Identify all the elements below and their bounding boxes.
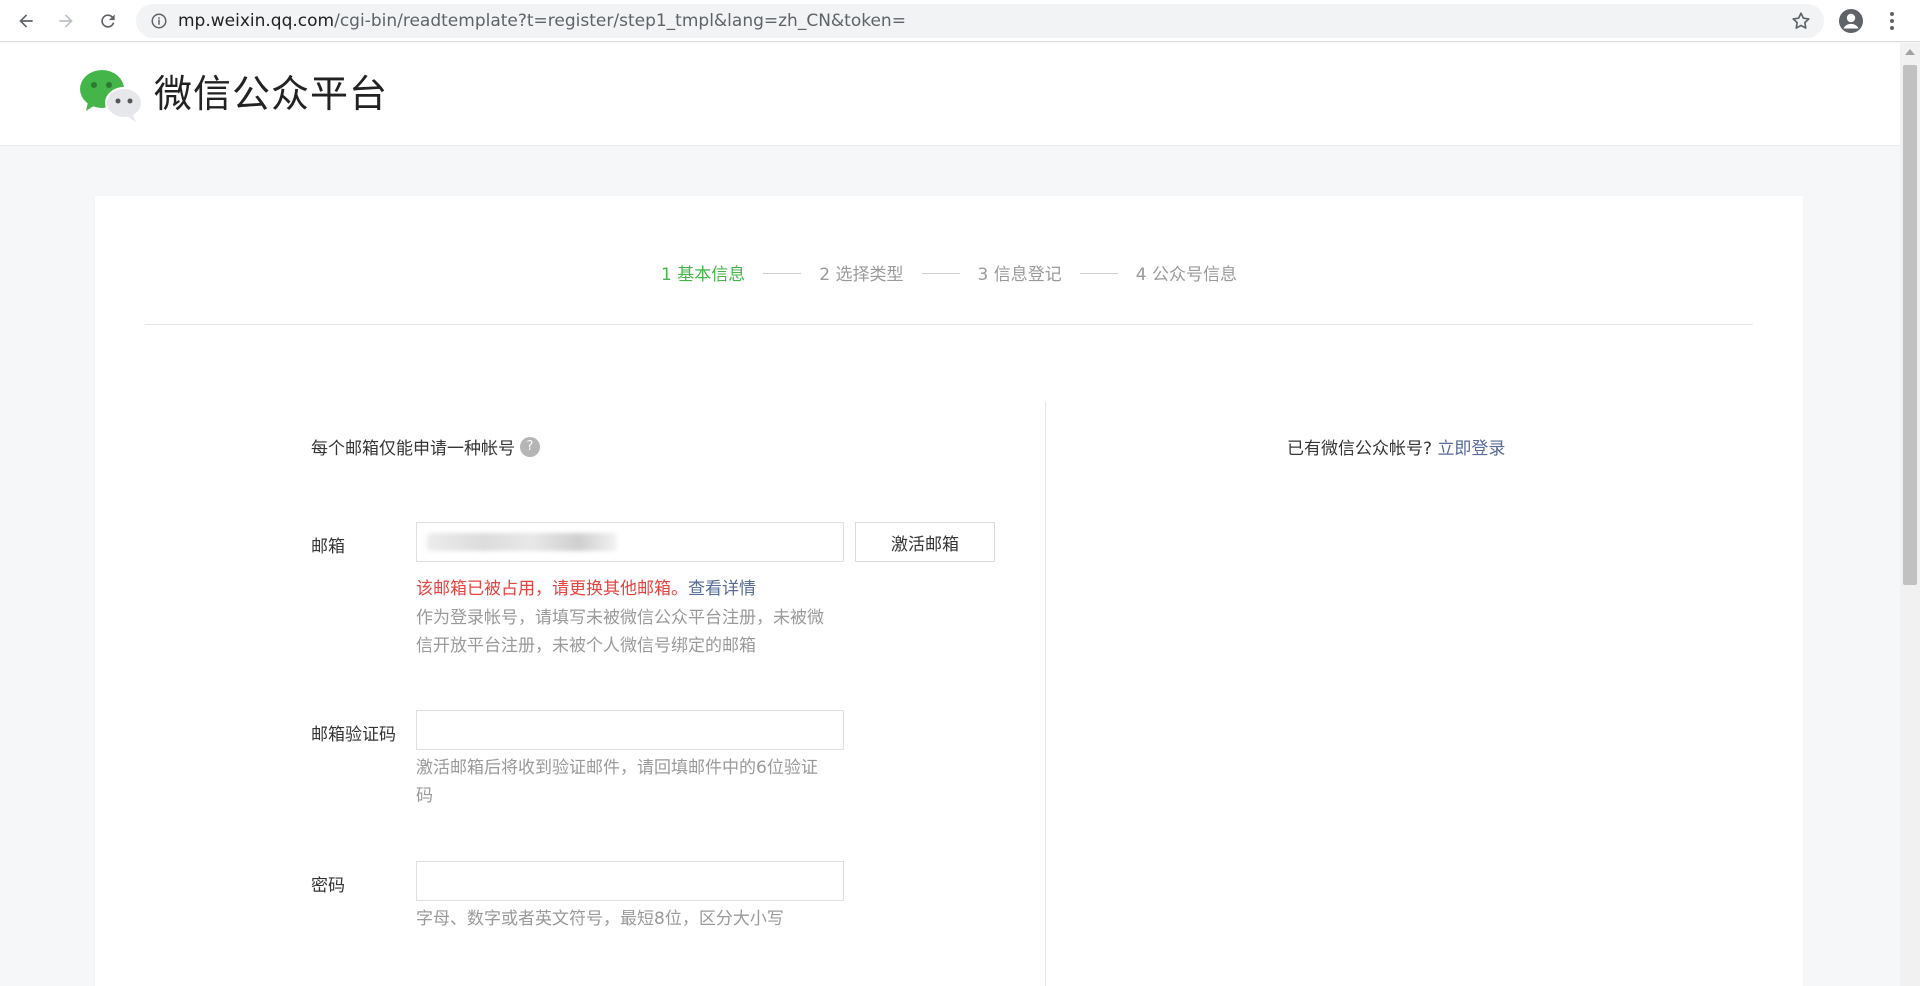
more-menu-icon[interactable] — [1880, 9, 1904, 33]
column-divider — [1045, 402, 1046, 986]
step-separator — [921, 272, 960, 274]
redacted-email — [427, 533, 617, 551]
login-hint-text: 已有微信公众帐号? — [1287, 439, 1433, 459]
notice-text: 每个邮箱仅能申请一种帐号 — [311, 439, 515, 459]
password-label: 密码 — [311, 876, 345, 896]
scroll-up-arrow-icon[interactable] — [1905, 49, 1915, 55]
code-input[interactable] — [416, 710, 844, 750]
site-title: 微信公众平台 — [154, 72, 389, 116]
email-error-text: 该邮箱已被占用，请更换其他邮箱。 — [416, 579, 688, 599]
login-hint: 已有微信公众帐号? 立即登录 — [1287, 434, 1505, 459]
email-error: 该邮箱已被占用，请更换其他邮箱。查看详情 — [416, 574, 756, 599]
step-3: 3 信息登记 — [977, 264, 1062, 285]
reload-icon[interactable] — [96, 9, 120, 33]
step-separator — [1079, 272, 1118, 274]
step-2: 2 选择类型 — [819, 264, 904, 285]
activate-email-button[interactable]: 激活邮箱 — [855, 522, 995, 562]
login-link[interactable]: 立即登录 — [1437, 439, 1505, 459]
browser-toolbar: mp.weixin.qq.com/cgi-bin/readtemplate?t=… — [0, 0, 1920, 42]
scroll-thumb[interactable] — [1903, 65, 1917, 585]
email-notice: 每个邮箱仅能申请一种帐号 ? — [311, 434, 540, 459]
email-tip: 作为登录帐号，请填写未被微信公众平台注册，未被微信开放平台注册，未被个人微信号绑… — [416, 608, 824, 656]
view-details-link[interactable]: 查看详情 — [688, 579, 756, 599]
url-text: mp.weixin.qq.com/cgi-bin/readtemplate?t=… — [178, 11, 906, 31]
step-4: 4 公众号信息 — [1135, 264, 1237, 285]
profile-icon[interactable] — [1838, 8, 1864, 34]
site-header: 微信公众平台 — [0, 43, 1900, 146]
star-icon[interactable] — [1790, 10, 1812, 32]
code-label: 邮箱验证码 — [311, 725, 396, 745]
page-scrollbar[interactable] — [1900, 43, 1920, 986]
info-icon[interactable] — [150, 12, 168, 30]
address-bar[interactable]: mp.weixin.qq.com/cgi-bin/readtemplate?t=… — [136, 4, 1824, 38]
password-tip: 字母、数字或者英文符号，最短8位，区分大小写 — [416, 909, 784, 929]
step-1: 1 基本信息 — [661, 264, 746, 285]
help-icon[interactable]: ? — [520, 436, 540, 457]
forward-icon[interactable] — [54, 9, 78, 33]
email-label: 邮箱 — [311, 537, 345, 557]
step-separator — [763, 272, 802, 274]
code-tip: 激活邮箱后将收到验证邮件，请回填邮件中的6位验证码 — [416, 758, 818, 806]
back-icon[interactable] — [14, 9, 38, 33]
email-input[interactable] — [416, 522, 844, 562]
step-indicator: 1 基本信息 2 选择类型 3 信息登记 4 公众号信息 — [145, 196, 1753, 325]
password-input[interactable] — [416, 861, 844, 901]
registration-card: 1 基本信息 2 选择类型 3 信息登记 4 公众号信息 每个邮箱仅能申请一种帐… — [95, 196, 1803, 986]
wechat-logo-icon[interactable] — [78, 67, 144, 123]
